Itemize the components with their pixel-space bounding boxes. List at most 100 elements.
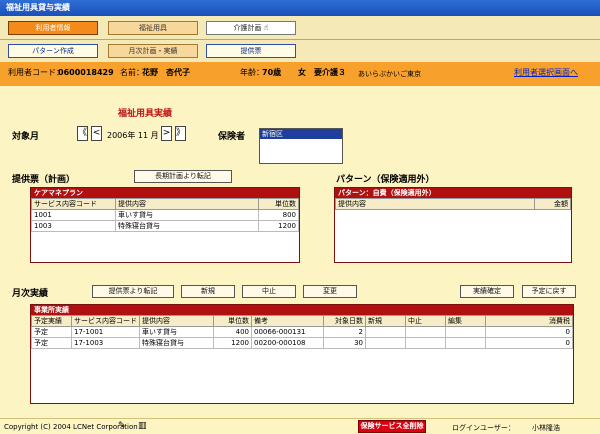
table-row[interactable]: 1001 車いす貸与 800	[31, 209, 299, 221]
login-user-name: 小林隆浩	[532, 424, 560, 432]
col-service-code: サービス内容コード	[71, 315, 140, 327]
page-title: 福祉用具実績	[118, 109, 173, 119]
cell-content: 車いす貸与	[139, 326, 214, 338]
nav-monthly-plan-button[interactable]: 月次計画・実績	[108, 44, 198, 58]
sex-value: 女	[298, 68, 306, 77]
insurer-listbox[interactable]: 新宿区	[259, 128, 343, 164]
copy-from-plan-button[interactable]: 提供票より転記	[92, 285, 174, 298]
col-edit: 編集	[445, 315, 486, 327]
user-code-label: 利用者コード：	[8, 68, 64, 77]
plan-section-label: 提供票（計画）	[12, 175, 76, 185]
col-new: 新規	[365, 315, 406, 327]
delete-all-insurance-services-button[interactable]: 保険サービス全削除	[358, 420, 426, 433]
table-row[interactable]: 1003 特殊寝台貸与 1200	[31, 220, 299, 232]
col-note: 備考	[251, 315, 324, 327]
user-info-bar: 利用者コード： 0600018429 名前： 花野 杏代子 年齢： 70歳 女 …	[0, 62, 600, 86]
cell-new[interactable]	[365, 337, 406, 349]
login-user-label: ログインユーザー：	[452, 424, 515, 432]
insurer-label: 保険者	[218, 132, 246, 142]
insurer-option-selected[interactable]: 新宿区	[260, 129, 342, 139]
pattern-table: 提供内容 金額	[335, 198, 571, 210]
col-stop: 中止	[405, 315, 446, 327]
col-pattern-content: 提供内容	[335, 198, 535, 210]
window-title: 福祉用具貸与実績	[0, 0, 600, 16]
cell-days: 30	[323, 337, 366, 349]
new-button[interactable]: 新規	[181, 285, 235, 298]
next-month-button[interactable]: >	[161, 126, 172, 141]
age-value: 70歳	[262, 68, 282, 77]
cell-content: 特殊寝台貸与	[115, 220, 259, 232]
cell-code: 17-1003	[71, 337, 140, 349]
user-select-link[interactable]: 利用者選択画面へ	[514, 68, 578, 78]
col-plan-status: 予定実績	[31, 315, 72, 327]
prev-month-button[interactable]: <	[91, 126, 102, 141]
office-name: あいらぶかいご東京	[358, 70, 421, 78]
cell-status: 予定	[31, 337, 72, 349]
age-label: 年齢：	[240, 68, 264, 77]
cell-stop[interactable]	[405, 326, 446, 338]
col-units: 単位数	[258, 198, 299, 210]
nav-care-plan-label: 介護計画	[233, 24, 262, 32]
cell-edit[interactable]	[445, 337, 486, 349]
cell-note: 00066-000131	[251, 326, 324, 338]
pattern-panel-header: パターン：自費（保険適用外）	[335, 188, 571, 198]
nav-pattern-button[interactable]: パターン作成	[8, 44, 98, 58]
office-results-header: 事業所実績	[31, 305, 573, 315]
name-label: 名前：	[120, 68, 144, 77]
monthly-section-label: 月次実績	[12, 289, 49, 299]
cell-units: 1200	[258, 220, 299, 232]
books-icon[interactable]: ▥	[138, 421, 147, 431]
revert-to-plan-button[interactable]: 予定に戻す	[522, 285, 576, 298]
hand-cursor-icon: ☝	[263, 23, 269, 32]
cell-code: 1003	[31, 220, 116, 232]
sub-nav: パターン作成 月次計画・実績 提供票	[0, 40, 600, 62]
col-tax: 消費税	[485, 315, 573, 327]
change-button[interactable]: 変更	[303, 285, 357, 298]
cell-content: 車いす貸与	[115, 209, 259, 221]
cell-units: 800	[258, 209, 299, 221]
col-amount: 金額	[534, 198, 571, 210]
cell-days: 2	[323, 326, 366, 338]
nav-care-plan-button[interactable]: 介護計画 ☝	[206, 21, 296, 35]
last-month-button[interactable]: 》	[175, 126, 186, 141]
care-level-value: 要介護３	[314, 68, 346, 77]
cell-tax: 0	[485, 326, 573, 338]
cell-code: 17-1001	[71, 326, 140, 338]
cell-stop[interactable]	[405, 337, 446, 349]
cell-status: 予定	[31, 326, 72, 338]
caremanager-plan-table: サービス内容コード 提供内容 単位数 1001 車いす貸与 800 1003 特…	[31, 198, 299, 232]
cell-tax: 0	[485, 337, 573, 349]
cell-units: 400	[213, 326, 252, 338]
office-results-table: 予定実績 サービス内容コード 提供内容 単位数 備考 対象日数 新規 中止 編集…	[31, 315, 573, 349]
office-results-panel: 事業所実績 予定実績 サービス内容コード 提供内容 単位数 備考 対象日数 新規…	[30, 304, 574, 404]
table-row[interactable]: 予定 17-1003 特殊寝台貸与 1200 00200-000108 30 0	[31, 337, 573, 349]
caremanager-plan-panel: ケアマネプラン サービス内容コード 提供内容 単位数 1001 車いす貸与 80…	[30, 187, 300, 263]
user-name-value: 花野 杏代子	[142, 68, 190, 77]
pen-icon[interactable]: ✎	[118, 421, 126, 431]
nav-user-info-button[interactable]: 利用者情報	[8, 21, 98, 35]
status-bar: Copyright (C) 2004 LCNet Corporation ✎ ▥…	[0, 418, 600, 434]
col-units: 単位数	[213, 315, 252, 327]
cell-new[interactable]	[365, 326, 406, 338]
nav-welfare-equipment-button[interactable]: 福祉用具	[108, 21, 198, 35]
current-month: 2006年 11 月	[107, 131, 159, 140]
cancel-button[interactable]: 中止	[242, 285, 296, 298]
caremanager-plan-header: ケアマネプラン	[31, 188, 299, 198]
nav-provision-sheet-button[interactable]: 提供票	[206, 44, 296, 58]
col-content: 提供内容	[139, 315, 214, 327]
col-content: 提供内容	[115, 198, 259, 210]
col-service-code: サービス内容コード	[31, 198, 116, 210]
cell-edit[interactable]	[445, 326, 486, 338]
cell-content: 特殊寝台貸与	[139, 337, 214, 349]
main-nav: 利用者情報 福祉用具 介護計画 ☝	[0, 16, 600, 40]
confirm-results-button[interactable]: 実績確定	[460, 285, 514, 298]
col-days: 対象日数	[323, 315, 366, 327]
target-month-label: 対象月	[12, 132, 40, 142]
cell-units: 1200	[213, 337, 252, 349]
table-row[interactable]: 予定 17-1001 車いす貸与 400 00066-000131 2 0	[31, 326, 573, 338]
pattern-panel: パターン：自費（保険適用外） 提供内容 金額	[334, 187, 572, 263]
cell-code: 1001	[31, 209, 116, 221]
first-month-button[interactable]: 《	[77, 126, 88, 141]
copy-long-term-button[interactable]: 長期計画より転記	[134, 170, 232, 183]
pattern-section-label: パターン（保険適用外）	[336, 175, 435, 185]
